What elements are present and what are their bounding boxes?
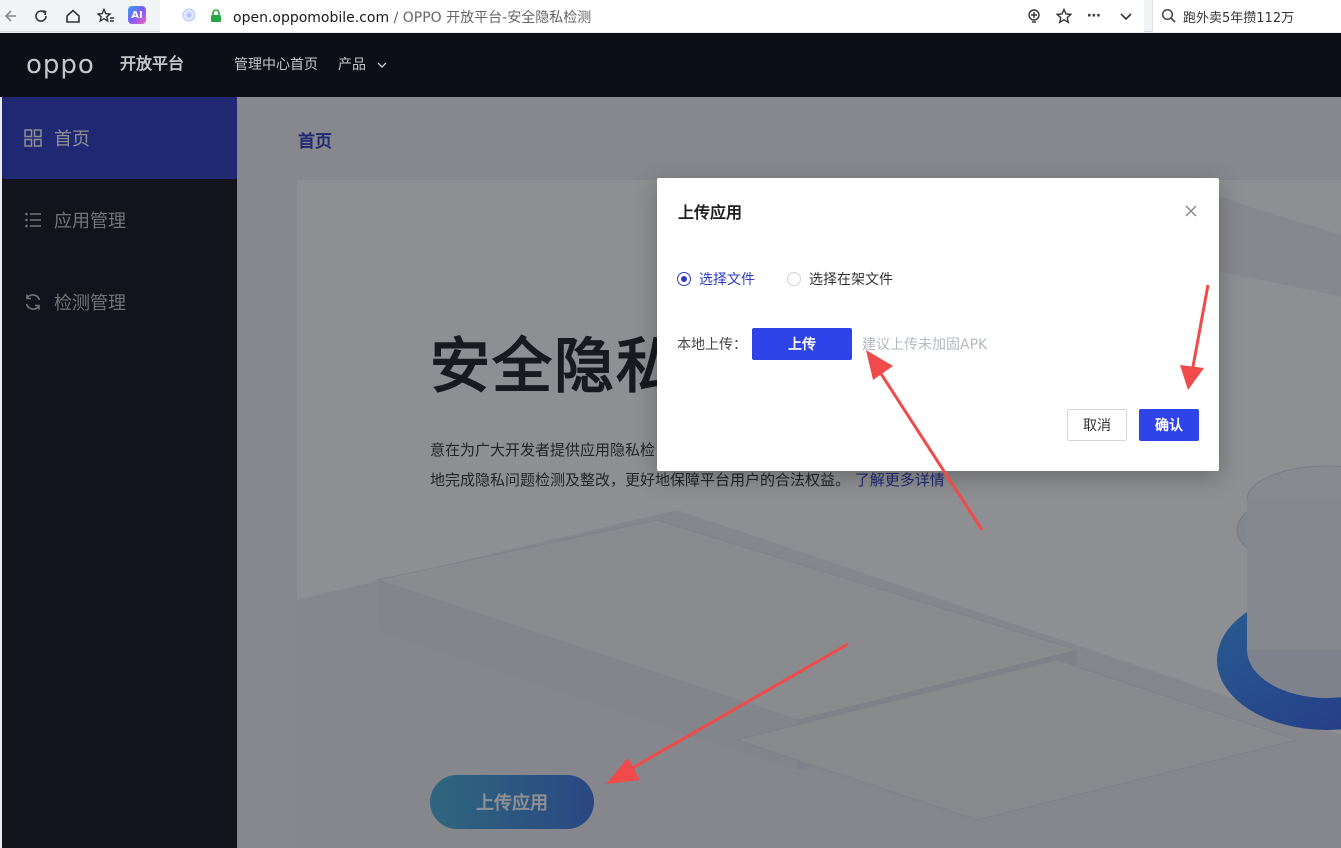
reload-icon[interactable] (30, 0, 52, 32)
oppo-logo[interactable]: oppo (26, 51, 95, 79)
browser-search-box[interactable]: 跑外卖5年攒112万 (1152, 0, 1341, 32)
home-icon[interactable] (62, 0, 84, 32)
nav-management-home[interactable]: 管理中心首页 (234, 56, 318, 74)
chevron-down-icon[interactable] (1114, 0, 1138, 32)
upload-app-dialog: 上传应用 选择文件 选择在架文件 本地上传： 上传 建议上传未加固APK 取消 … (657, 178, 1219, 471)
ai-assistant-icon[interactable]: AI (128, 6, 146, 24)
radio-label: 选择在架文件 (809, 272, 893, 288)
local-upload-label: 本地上传： (677, 337, 747, 353)
favorite-star-icon[interactable] (1052, 0, 1076, 32)
more-options-icon[interactable]: ⋯ (1082, 0, 1106, 32)
bookmark-star-icon[interactable] (95, 0, 117, 32)
local-upload-row: 本地上传： 上传 建议上传未加固APK (677, 328, 1197, 360)
lightbulb-icon[interactable] (1022, 0, 1046, 32)
search-suggestion: 跑外卖5年攒112万 (1183, 11, 1295, 26)
address-bar[interactable]: open.oppomobile.com / OPPO 开放平台-安全隐私检测 ⋯ (160, 0, 1144, 32)
nav-products-label: 产品 (338, 57, 366, 73)
dialog-title: 上传应用 (678, 203, 743, 222)
browser-toolbar: AI open.oppomobile.com / OPPO 开放平台-安全隐私检… (0, 0, 1341, 32)
back-icon[interactable] (0, 0, 20, 32)
source-radio-group: 选择文件 选择在架文件 (677, 269, 893, 289)
lock-icon (211, 9, 221, 22)
cancel-button[interactable]: 取消 (1067, 409, 1127, 441)
close-icon[interactable] (1183, 203, 1199, 219)
radio-select-listed-file[interactable]: 选择在架文件 (787, 269, 893, 289)
platform-name: 开放平台 (120, 54, 185, 73)
radio-select-file[interactable]: 选择文件 (677, 269, 755, 289)
search-icon (1161, 8, 1176, 23)
radio-checked-icon (677, 272, 691, 286)
radio-label: 选择文件 (699, 272, 755, 288)
url-text: open.oppomobile.com / OPPO 开放平台-安全隐私检测 (233, 10, 592, 26)
nav-products[interactable]: 产品 (338, 56, 388, 74)
upload-file-button[interactable]: 上传 (752, 328, 852, 360)
chevron-down-icon (377, 62, 387, 68)
top-nav-bar: oppo 开放平台 管理中心首页 产品 (0, 33, 1341, 97)
confirm-button[interactable]: 确认 (1139, 409, 1199, 441)
radio-unchecked-icon (787, 272, 801, 286)
upload-hint: 建议上传未加固APK (862, 337, 988, 353)
site-globe-icon (182, 8, 196, 22)
